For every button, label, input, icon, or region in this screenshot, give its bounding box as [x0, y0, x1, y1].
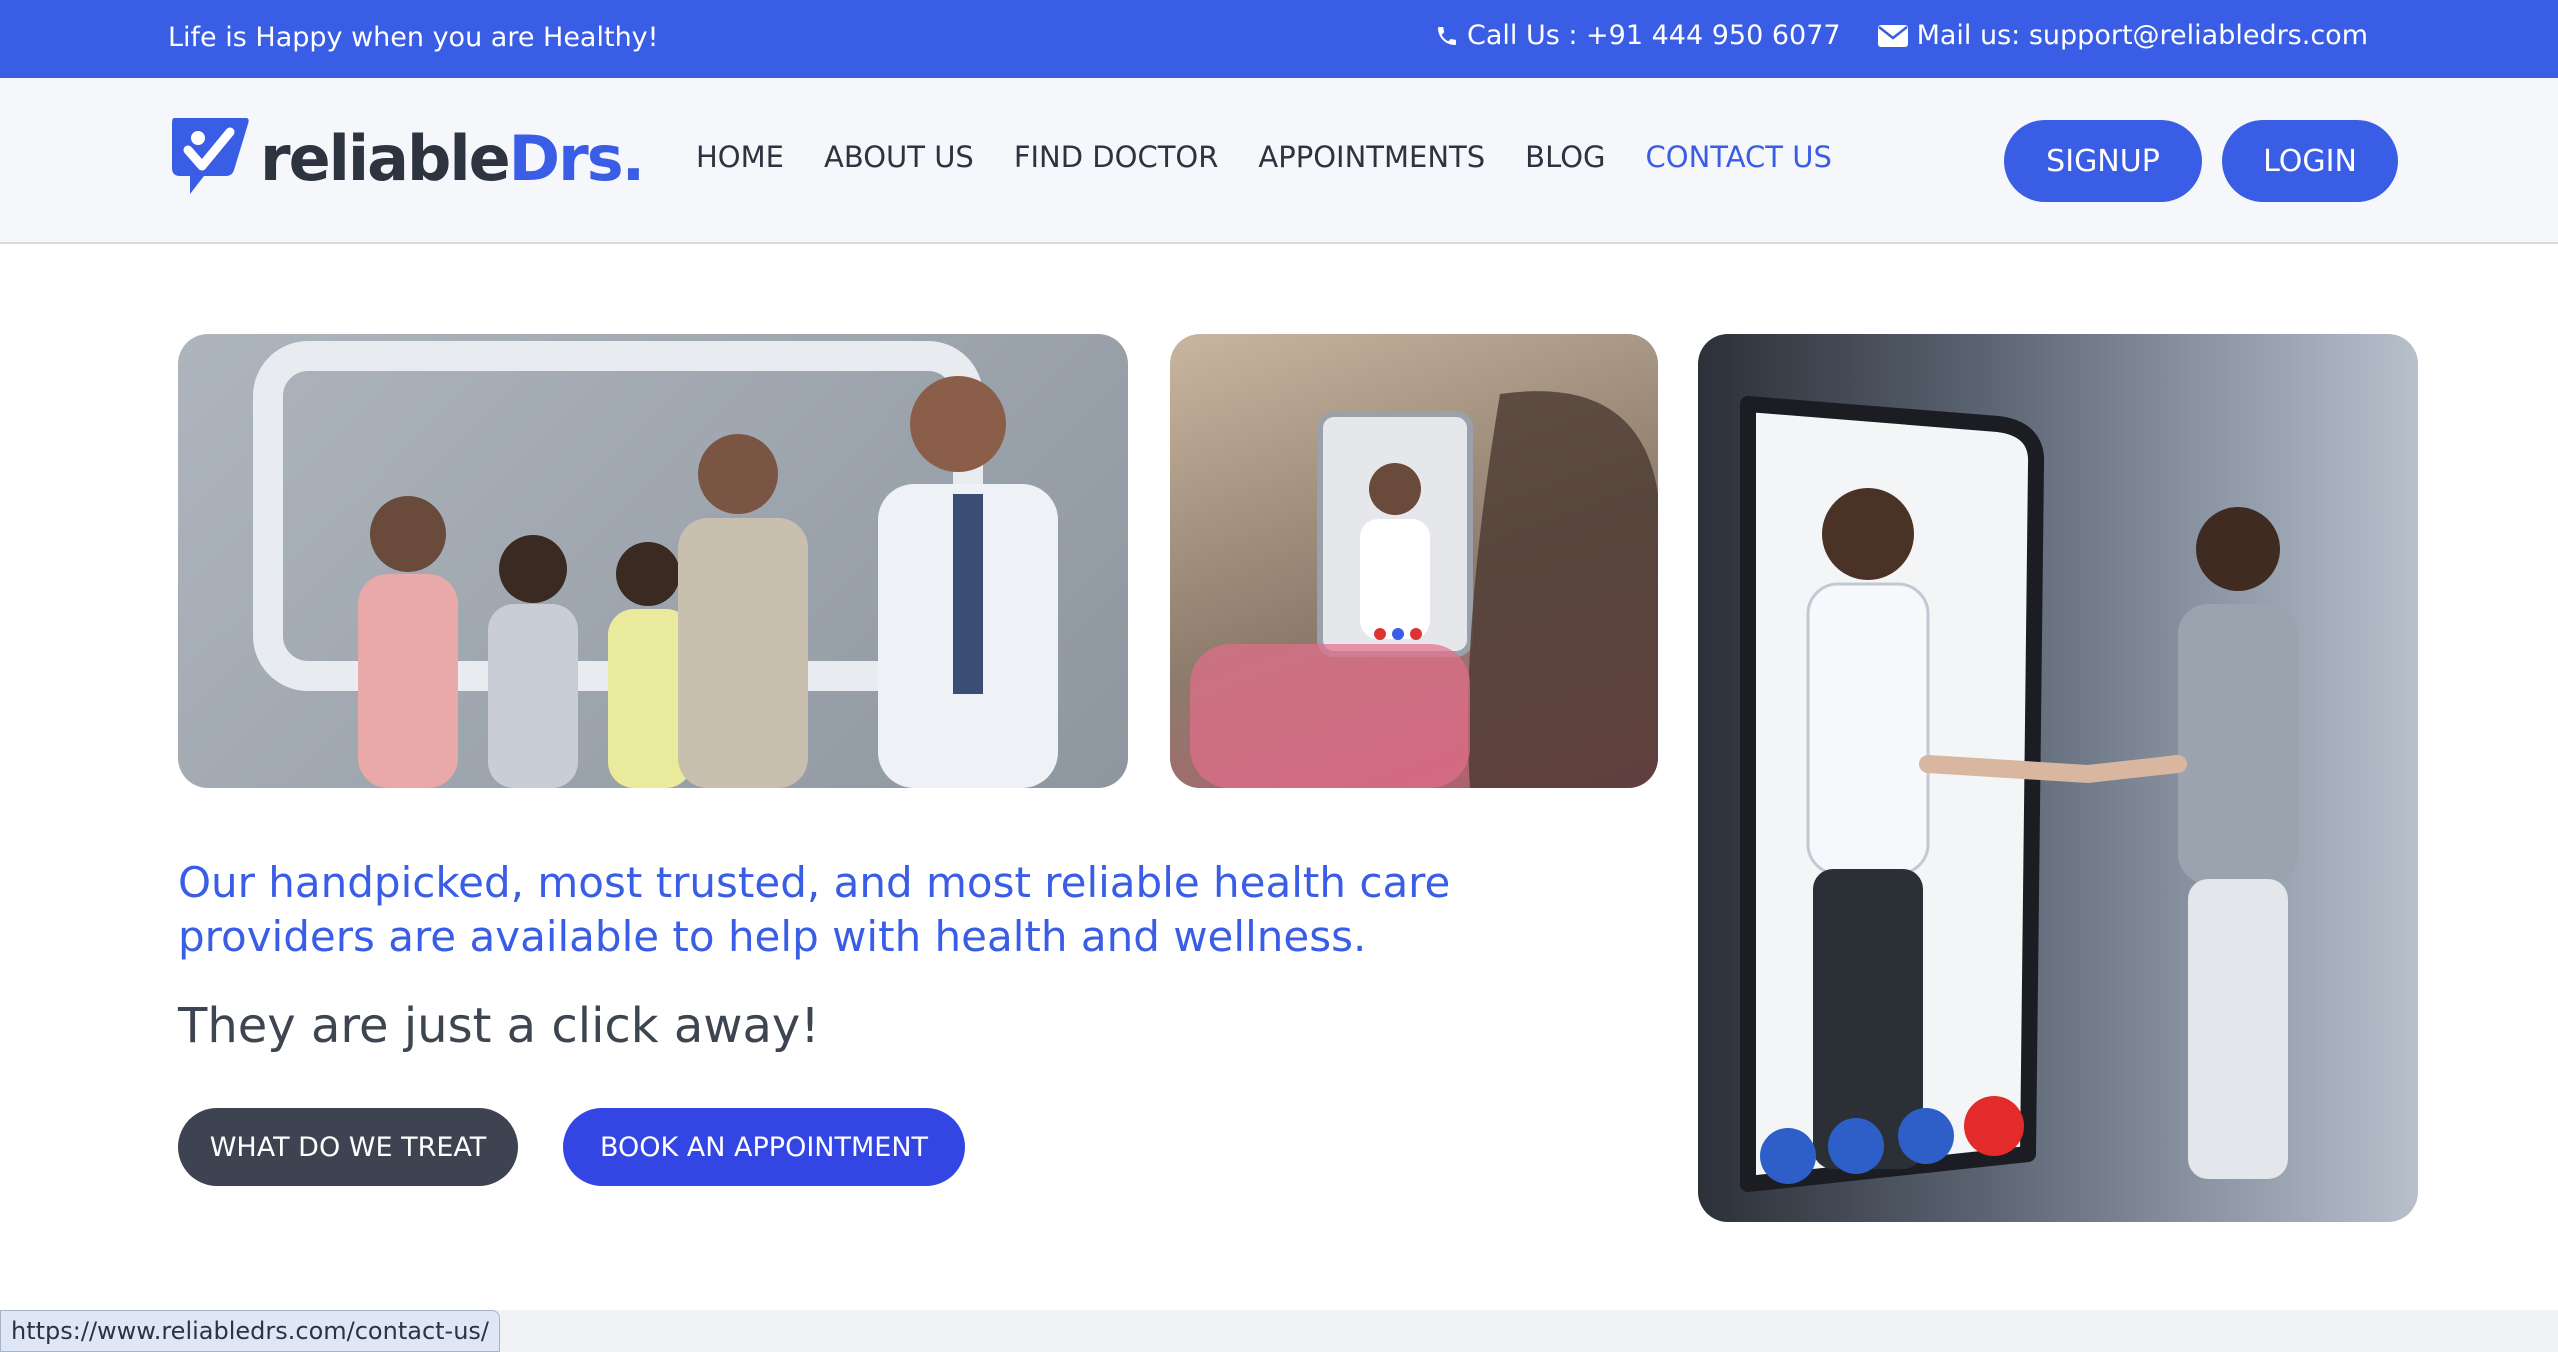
nav-appointments[interactable]: APPOINTMENTS	[1258, 140, 1485, 174]
hero-image-tablet-consult	[1170, 334, 1658, 788]
login-button[interactable]: LOGIN	[2222, 120, 2398, 202]
what-do-we-treat-button[interactable]: WHAT DO WE TREAT	[178, 1108, 518, 1186]
phone-icon	[1435, 23, 1459, 49]
browser-status-url: https://www.reliabledrs.com/contact-us/	[0, 1310, 501, 1352]
logo-text-part1: reliable	[260, 121, 511, 195]
nav-home[interactable]: HOME	[696, 140, 784, 174]
logo-mark-icon	[168, 114, 252, 202]
hero-image-phone-handshake	[1698, 334, 2418, 1222]
book-appointment-button[interactable]: BOOK AN APPOINTMENT	[563, 1108, 965, 1186]
contact-info: Call Us : +91 444 950 6077 Mail us: supp…	[1435, 20, 2368, 51]
hero-subline: They are just a click away!	[178, 998, 820, 1054]
mail-text: Mail us: support@reliabledrs.com	[1916, 20, 2368, 51]
tagline: Life is Happy when you are Healthy!	[168, 22, 659, 53]
logo[interactable]: reliable Drs.	[168, 114, 645, 202]
mail-icon	[1877, 24, 1909, 48]
nav-contact-us[interactable]: CONTACT US	[1646, 140, 1832, 174]
signup-button[interactable]: SIGNUP	[2004, 120, 2202, 202]
phone-text: Call Us : +91 444 950 6077	[1466, 20, 1841, 51]
phone-link[interactable]: Call Us : +91 444 950 6077	[1435, 20, 1841, 51]
main-nav: reliable Drs. HOME ABOUT US FIND DOCTOR …	[0, 78, 2558, 244]
nav-about-us[interactable]: ABOUT US	[824, 140, 974, 174]
nav-menu: HOME ABOUT US FIND DOCTOR APPOINTMENTS B…	[696, 140, 1832, 174]
hero-headline: Our handpicked, most trusted, and most r…	[178, 858, 1451, 961]
top-bar: Life is Happy when you are Healthy! Call…	[0, 0, 2558, 78]
nav-blog[interactable]: BLOG	[1525, 140, 1605, 174]
nav-find-doctor[interactable]: FIND DOCTOR	[1014, 140, 1219, 174]
mail-link[interactable]: Mail us: support@reliabledrs.com	[1877, 20, 2368, 51]
logo-text-part2: Drs.	[508, 121, 645, 195]
hero-image-family-doctor	[178, 334, 1128, 788]
auth-buttons: SIGNUP LOGIN	[2004, 120, 2398, 202]
